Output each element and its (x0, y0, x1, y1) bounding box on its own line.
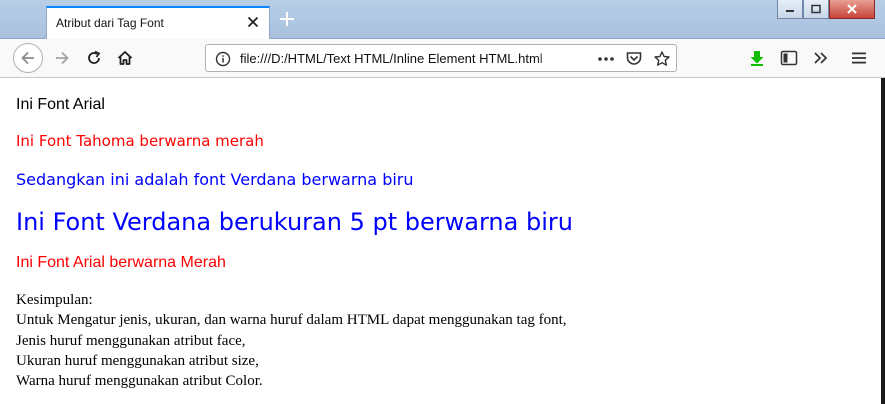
summary-block: Kesimpulan: Untuk Mengatur jenis, ukuran… (16, 290, 567, 391)
arial-text: Ini Font Arial (16, 96, 105, 113)
summary-line: Ukuran huruf menggunakan atribut size, (16, 352, 259, 369)
home-icon[interactable] (111, 44, 139, 72)
star-icon[interactable] (652, 49, 672, 69)
address-bar[interactable]: file:///D:/HTML/Text HTML/Inline Element… (205, 44, 677, 72)
sidebar-icon[interactable] (775, 44, 803, 72)
window-right-edge (881, 78, 885, 404)
summary-line: Untuk Mengatur jenis, ukuran, dan warna … (16, 312, 567, 329)
new-tab-icon[interactable] (278, 10, 296, 28)
tab-active[interactable]: Atribut dari Tag Font (46, 6, 270, 39)
window-controls (777, 0, 877, 22)
summary-heading: Kesimpulan: (16, 292, 93, 308)
navigation-toolbar: file:///D:/HTML/Text HTML/Inline Element… (0, 39, 885, 78)
chevron-double-right-icon[interactable] (807, 44, 835, 72)
summary-line: Warna huruf menggunakan atribut Color. (16, 373, 263, 390)
hamburger-menu-icon[interactable] (845, 44, 873, 72)
tahoma-red-text: Ini Font Tahoma berwarna merah (16, 132, 264, 150)
reload-icon[interactable] (80, 44, 108, 72)
verdana-large-blue-text: Ini Font Verdana berukuran 5 pt berwarna… (16, 208, 573, 236)
back-arrow-icon (21, 51, 34, 65)
close-window-button[interactable] (829, 0, 875, 19)
back-button[interactable] (13, 43, 43, 73)
arial-red-text: Ini Font Arial berwarna Merah (16, 254, 226, 271)
maximize-button[interactable] (803, 0, 829, 19)
info-icon[interactable] (213, 49, 233, 69)
close-tab-icon[interactable] (245, 14, 261, 30)
summary-line: Jenis huruf menggunakan atribut face, (16, 332, 246, 349)
download-icon[interactable] (743, 44, 771, 72)
tab-strip: Atribut dari Tag Font (0, 0, 885, 39)
url-fade (536, 47, 566, 69)
minimize-button[interactable] (777, 0, 803, 19)
forward-arrow-icon[interactable] (48, 44, 76, 72)
more-horizontal-icon[interactable] (596, 49, 616, 69)
tab-title: Atribut dari Tag Font (56, 16, 164, 30)
verdana-blue-text: Sedangkan ini adalah font Verdana berwar… (16, 170, 414, 189)
url-text[interactable]: file:///D:/HTML/Text HTML/Inline Element… (240, 51, 562, 66)
pocket-icon[interactable] (624, 49, 644, 69)
